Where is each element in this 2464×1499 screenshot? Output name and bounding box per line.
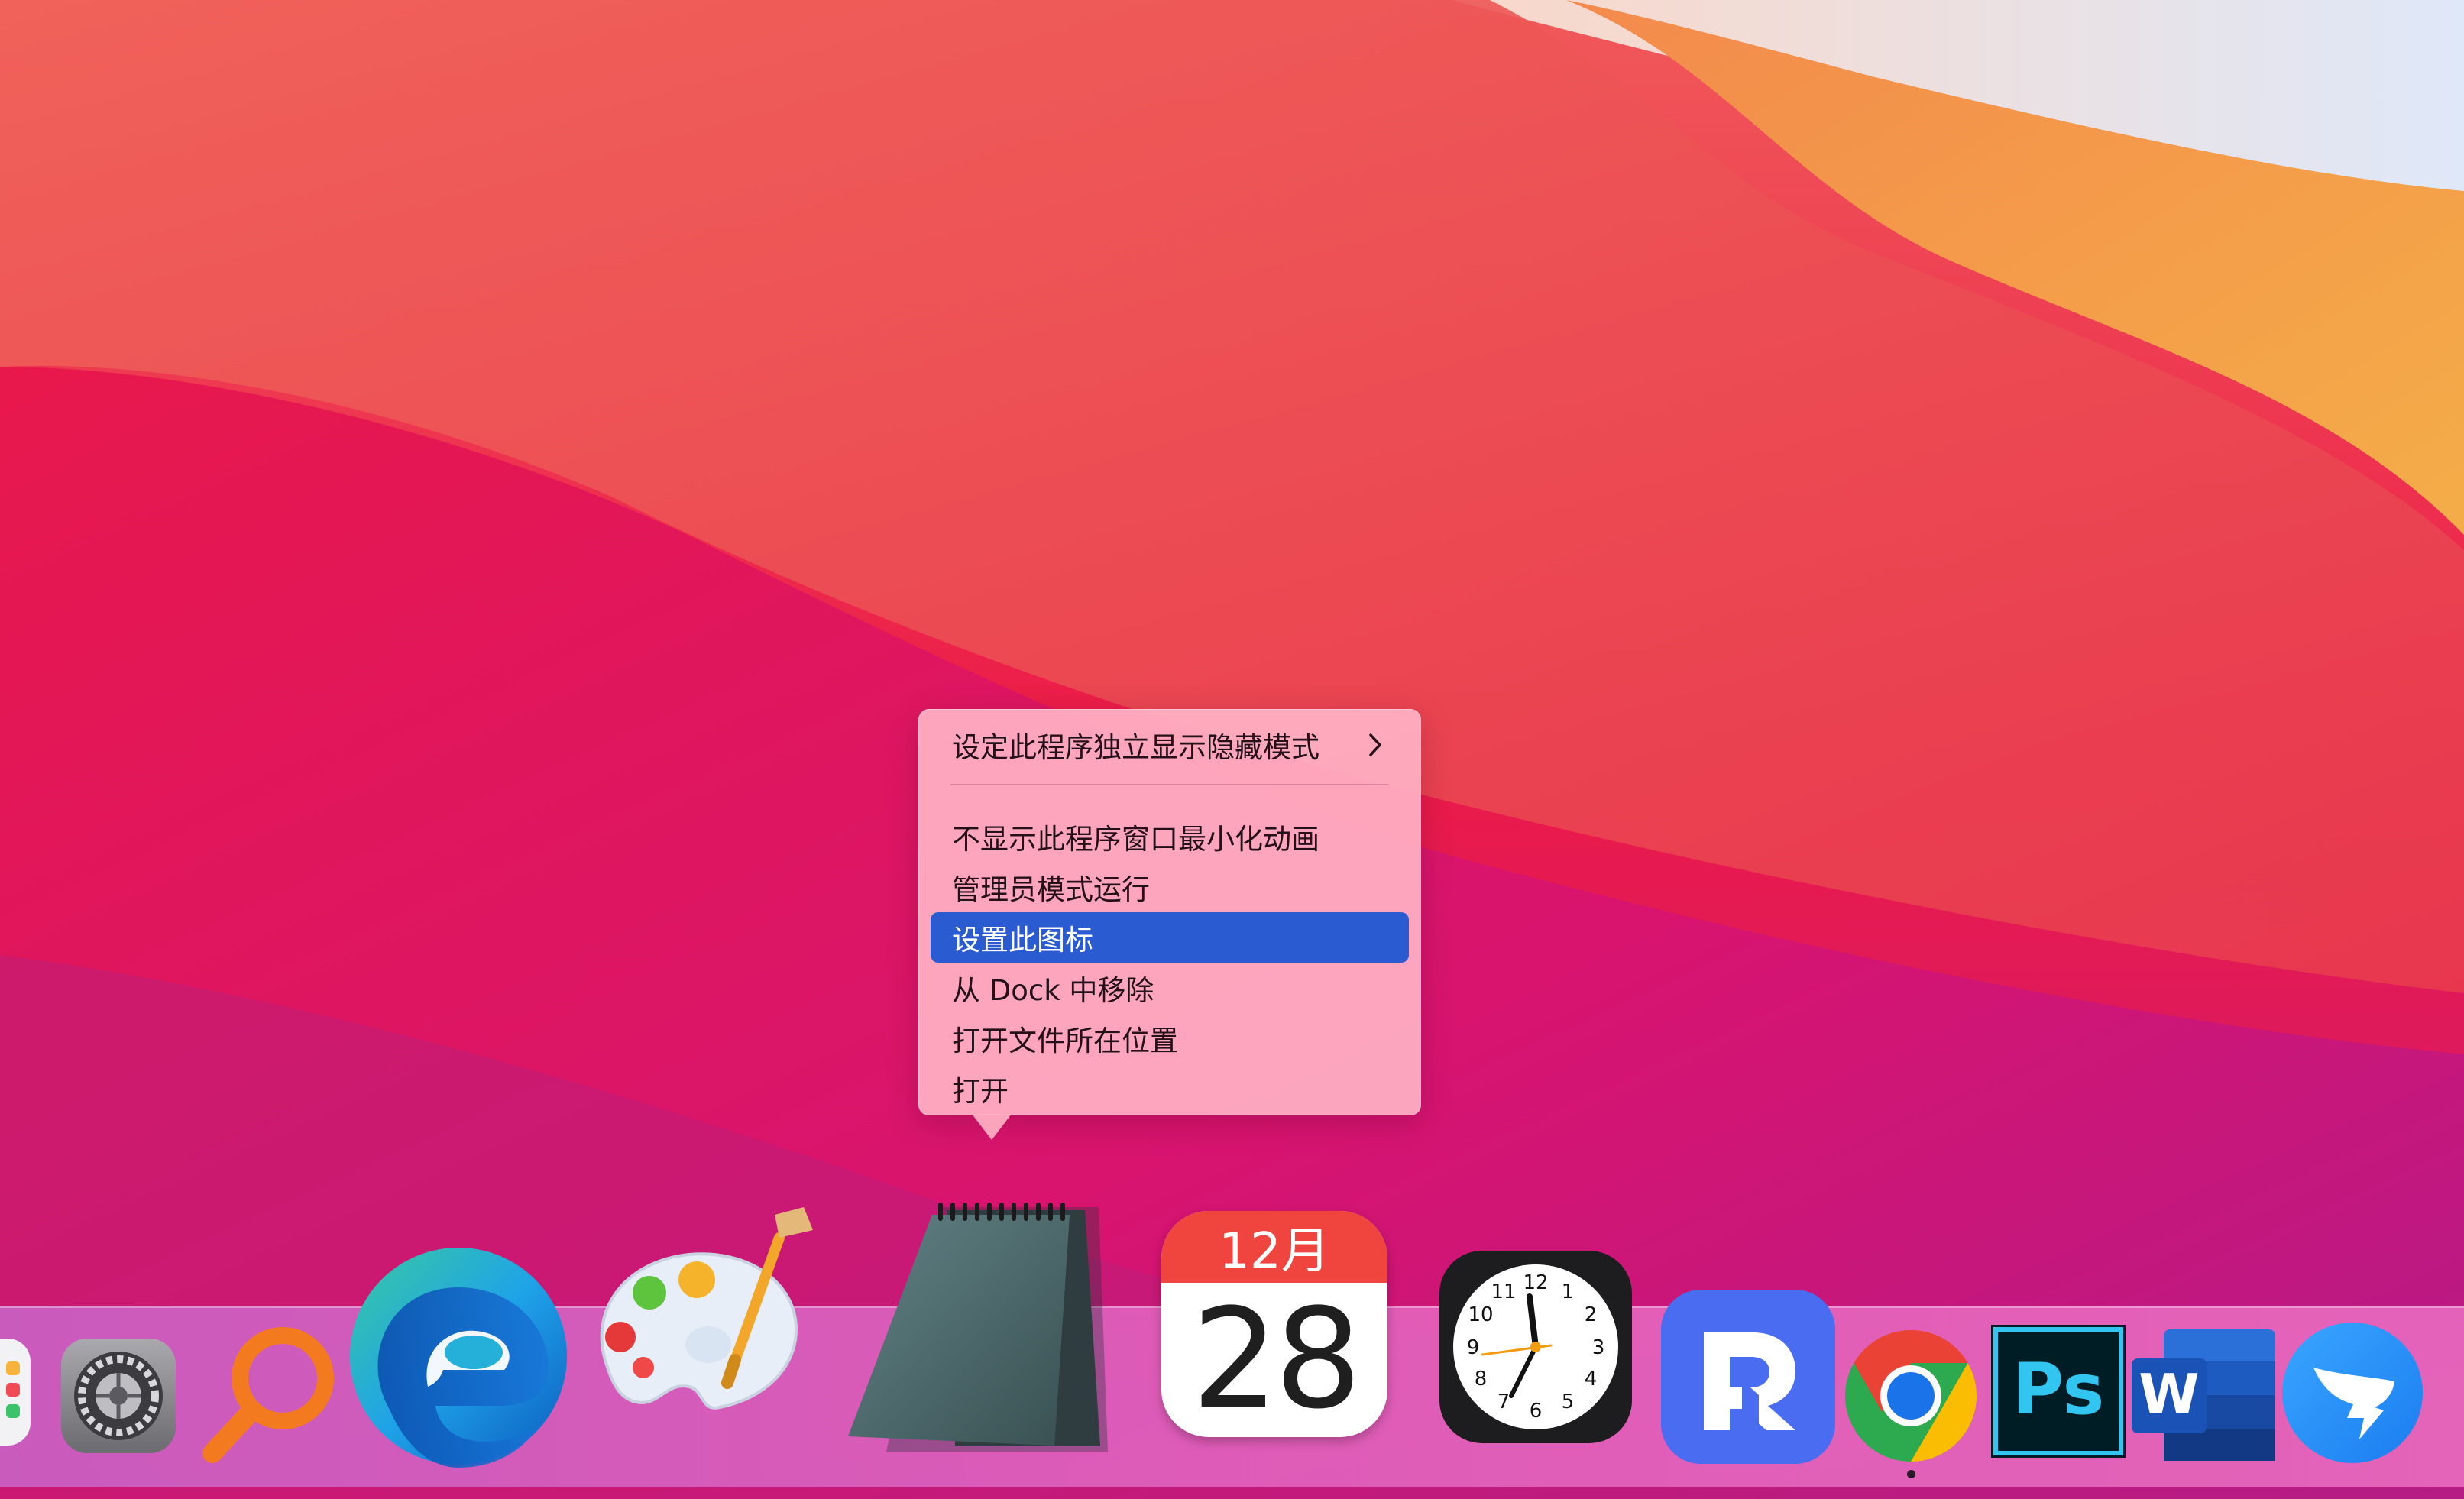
menu-item-label: 设定此程序独立显示隐藏模式 bbox=[952, 731, 1319, 764]
notepad-icon[interactable] bbox=[840, 1200, 1115, 1459]
paint-palette-icon[interactable] bbox=[575, 1207, 827, 1452]
calendar-month: 12月 bbox=[1219, 1223, 1330, 1280]
calendar-icon[interactable]: 12月 28 bbox=[1161, 1211, 1387, 1437]
chevron-right-icon bbox=[1369, 733, 1381, 756]
word-label: W bbox=[2139, 1362, 2199, 1426]
edge-icon[interactable] bbox=[344, 1242, 573, 1471]
clock-number-1: 1 bbox=[1562, 1280, 1575, 1303]
calendar-day: 28 bbox=[1191, 1279, 1362, 1438]
running-indicator-dot bbox=[1907, 1470, 1915, 1478]
clock-number-3: 3 bbox=[1592, 1336, 1605, 1359]
clock-number-2: 2 bbox=[1585, 1303, 1598, 1326]
photoshop-icon[interactable]: Ps bbox=[1990, 1323, 2127, 1459]
clock-number-4: 4 bbox=[1585, 1368, 1598, 1391]
menu-item-open-file-location[interactable]: 打开文件所在位置 bbox=[931, 1013, 1409, 1064]
clock-number-12: 12 bbox=[1523, 1271, 1548, 1294]
menu-item-label: 不显示此程序窗口最小化动画 bbox=[952, 823, 1319, 856]
photoshop-label: Ps bbox=[2012, 1348, 2105, 1430]
clock-number-11: 11 bbox=[1491, 1280, 1516, 1303]
menu-item-label: 管理员模式运行 bbox=[952, 873, 1150, 906]
clock-number-7: 7 bbox=[1498, 1391, 1510, 1413]
launchpad-icon[interactable] bbox=[0, 1339, 31, 1446]
rd-client-icon[interactable] bbox=[1659, 1288, 1837, 1465]
chrome-icon[interactable] bbox=[1843, 1328, 1979, 1464]
menu-item-label: 打开 bbox=[952, 1075, 1009, 1108]
menu-pointer-arrow bbox=[972, 1114, 1012, 1140]
clock-number-6: 6 bbox=[1530, 1400, 1543, 1423]
clock-icon[interactable]: 12 1 2 3 4 5 6 7 8 9 10 11 bbox=[1438, 1249, 1633, 1445]
clock-number-8: 8 bbox=[1475, 1368, 1488, 1391]
menu-item-standalone-hide-mode[interactable]: 设定此程序独立显示隐藏模式 bbox=[931, 720, 1409, 770]
menu-item-set-icon[interactable]: 设置此图标 bbox=[931, 912, 1409, 963]
menu-item-label: 打开文件所在位置 bbox=[952, 1025, 1178, 1057]
clock-number-9: 9 bbox=[1467, 1336, 1480, 1359]
menu-separator bbox=[950, 784, 1389, 785]
menu-item-run-as-admin[interactable]: 管理员模式运行 bbox=[931, 862, 1409, 912]
word-icon[interactable]: W bbox=[2129, 1328, 2277, 1462]
menu-item-remove-from-dock[interactable]: 从 Dock 中移除 bbox=[931, 963, 1409, 1013]
search-magnifier-icon[interactable] bbox=[197, 1316, 345, 1468]
menu-item-disable-minimize-animation[interactable]: 不显示此程序窗口最小化动画 bbox=[931, 811, 1409, 862]
dingtalk-icon[interactable] bbox=[2280, 1320, 2425, 1465]
menu-item-label: 从 Dock 中移除 bbox=[952, 974, 1154, 1007]
dock-context-menu: 设定此程序独立显示隐藏模式 不显示此程序窗口最小化动画 管理员模式运行 设置此图… bbox=[918, 709, 1421, 1115]
clock-number-10: 10 bbox=[1468, 1303, 1493, 1326]
menu-item-label: 设置此图标 bbox=[952, 924, 1093, 957]
system-preferences-icon[interactable] bbox=[58, 1336, 179, 1456]
clock-number-5: 5 bbox=[1562, 1391, 1575, 1413]
menu-item-open[interactable]: 打开 bbox=[931, 1064, 1409, 1114]
